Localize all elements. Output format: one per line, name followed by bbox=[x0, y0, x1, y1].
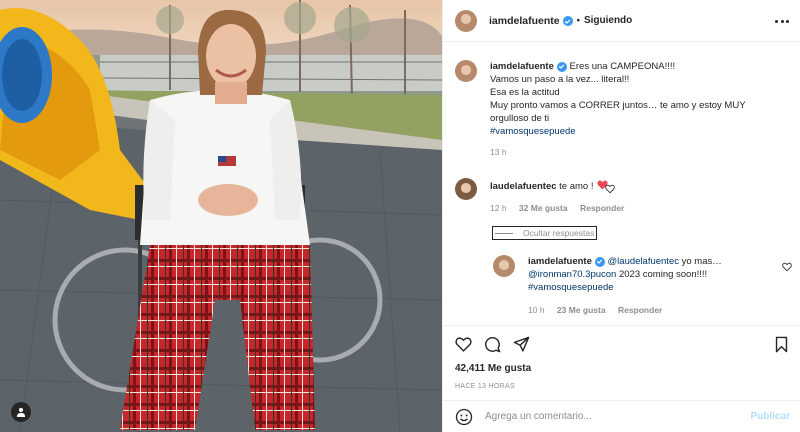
caption: iamdelafuente Eres una CAMPEONA!!!! Vamo… bbox=[455, 60, 746, 159]
verified-badge-icon bbox=[594, 256, 605, 267]
caption-line: Eres una CAMPEONA!!!! bbox=[569, 61, 676, 72]
action-icons bbox=[455, 336, 530, 353]
reply-mention[interactable]: @laudelafuentec bbox=[608, 256, 679, 267]
comment-icon[interactable] bbox=[484, 336, 501, 353]
hide-replies-label[interactable]: Ocultar respuestas bbox=[523, 228, 594, 238]
like-comment-heart-icon[interactable] bbox=[605, 184, 616, 194]
reply-body: 2023 coming soon!!!! bbox=[616, 269, 708, 280]
author-username[interactable]: iamdelafuente bbox=[489, 15, 573, 27]
caption-line: Esa es la actitud bbox=[490, 87, 560, 98]
caption-line: orgulloso de ti bbox=[490, 113, 550, 124]
publish-button[interactable]: Publicar bbox=[751, 411, 790, 422]
caption-time[interactable]: 13 h bbox=[490, 147, 507, 157]
caption-line: Muy pronto vamos a CORRER juntos… te amo… bbox=[490, 100, 746, 111]
comment-input[interactable] bbox=[485, 411, 745, 422]
following-button[interactable]: Siguiendo bbox=[584, 15, 632, 26]
reply-text: iamdelafuente @laudelafuentec yo mas… @i… bbox=[528, 255, 722, 317]
post-header: iamdelafuente • Siguiendo bbox=[443, 0, 800, 42]
caption-line: Vamos un paso a la vez... literal!! bbox=[490, 74, 630, 85]
verified-badge-icon bbox=[562, 16, 573, 26]
comment-item: laudelafuentec te amo ! 12 h 32 Me gusta… bbox=[455, 178, 624, 215]
post-actions: 42,411 Me gusta HACE 13 HORAS bbox=[443, 325, 800, 390]
caption-meta: 13 h bbox=[490, 146, 746, 159]
author-username-text[interactable]: iamdelafuente bbox=[489, 15, 560, 27]
reply-hashtag[interactable]: #vamosquesepuede bbox=[528, 282, 614, 293]
hide-replies-line bbox=[495, 232, 513, 234]
emoji-icon[interactable] bbox=[455, 408, 473, 426]
header-separator: • bbox=[576, 15, 580, 26]
reply-likes[interactable]: 23 Me gusta bbox=[557, 305, 606, 315]
comment-meta: 12 h 32 Me gusta Responder bbox=[490, 202, 624, 215]
comment-likes[interactable]: 32 Me gusta bbox=[519, 203, 568, 213]
comment-username[interactable]: laudelafuentec bbox=[490, 181, 557, 192]
photo-illustration bbox=[0, 0, 442, 432]
hide-replies-button[interactable]: Ocultar respuestas bbox=[492, 226, 598, 240]
user-tag-button[interactable] bbox=[11, 402, 31, 422]
save-button[interactable] bbox=[773, 336, 790, 356]
reply-mention[interactable]: @ironman70.3pucon bbox=[528, 269, 616, 280]
like-reply-heart-icon[interactable] bbox=[782, 262, 792, 272]
caption-avatar[interactable] bbox=[455, 60, 477, 82]
comment-avatar[interactable] bbox=[455, 178, 477, 200]
comment-body: te amo ! bbox=[559, 181, 594, 192]
reply-body: yo mas… bbox=[678, 256, 722, 267]
reply-reply-button[interactable]: Responder bbox=[618, 305, 662, 315]
verified-badge-icon bbox=[556, 61, 567, 72]
reply-avatar[interactable] bbox=[493, 255, 515, 277]
bookmark-icon[interactable] bbox=[773, 336, 790, 353]
post-photo[interactable] bbox=[0, 0, 442, 432]
more-options-icon[interactable] bbox=[775, 15, 789, 27]
caption-username[interactable]: iamdelafuente bbox=[490, 61, 554, 72]
share-icon[interactable] bbox=[513, 336, 530, 353]
author-avatar[interactable] bbox=[455, 9, 477, 32]
likes-count[interactable]: 42,411 Me gusta bbox=[455, 363, 531, 374]
comment-text: laudelafuentec te amo ! 12 h 32 Me gusta… bbox=[490, 180, 624, 215]
comment-time[interactable]: 12 h bbox=[490, 203, 507, 213]
post-side-panel: iamdelafuente • Siguiendo iamdelafuente … bbox=[442, 0, 800, 432]
comment-composer: Publicar bbox=[443, 400, 800, 432]
reply-username[interactable]: iamdelafuente bbox=[528, 256, 592, 267]
comment-reply-button[interactable]: Responder bbox=[580, 203, 624, 213]
reply-item: iamdelafuente @laudelafuentec yo mas… @i… bbox=[493, 255, 722, 317]
caption-text: iamdelafuente Eres una CAMPEONA!!!! Vamo… bbox=[490, 60, 746, 159]
comments-list[interactable]: iamdelafuente Eres una CAMPEONA!!!! Vamo… bbox=[443, 42, 800, 325]
heart-icon[interactable] bbox=[455, 336, 472, 353]
reply-time[interactable]: 10 h bbox=[528, 305, 545, 315]
post-modal: iamdelafuente • Siguiendo iamdelafuente … bbox=[0, 0, 800, 432]
caption-hashtag[interactable]: #vamosquesepuede bbox=[490, 126, 576, 137]
reply-meta: 10 h 23 Me gusta Responder bbox=[528, 304, 722, 317]
post-time-ago[interactable]: HACE 13 HORAS bbox=[455, 383, 515, 390]
user-tag-icon bbox=[16, 407, 26, 417]
